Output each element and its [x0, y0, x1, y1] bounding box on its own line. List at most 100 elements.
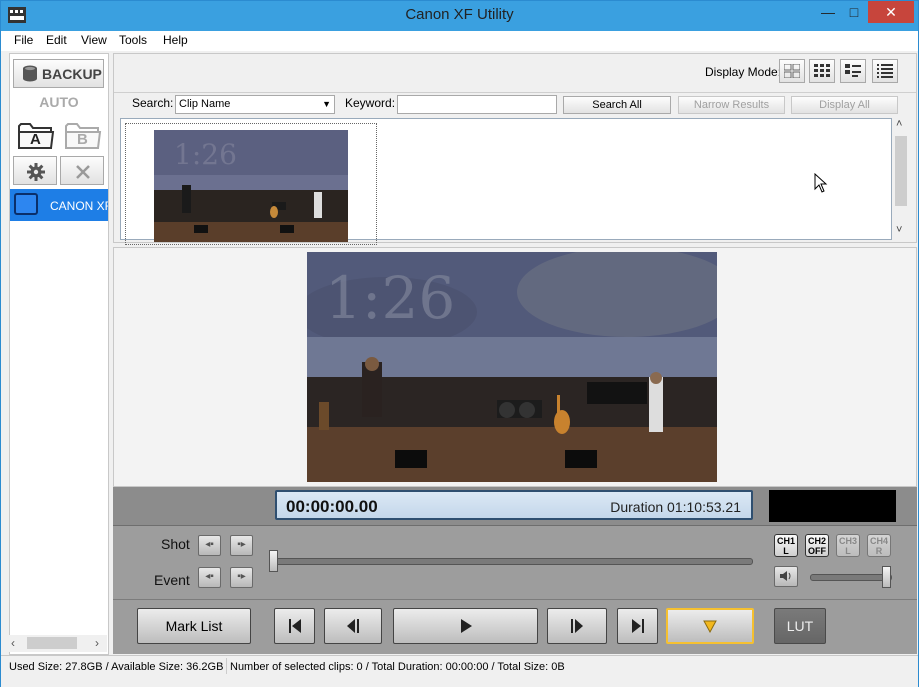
- scroll-up-icon[interactable]: ˄: [896, 118, 902, 130]
- close-icon: [76, 165, 90, 179]
- previous-frame-button[interactable]: [324, 608, 382, 644]
- transport-bar: Mark List LUT: [113, 599, 917, 654]
- close-button[interactable]: ✕: [868, 1, 914, 23]
- narrow-results-button[interactable]: Narrow Results: [678, 96, 785, 114]
- skip-to-start-icon: [288, 619, 301, 633]
- backup-button[interactable]: BACKUP: [13, 59, 104, 88]
- app-window: Canon XF Utility — □ ✕ File Edit View To…: [0, 0, 919, 687]
- ch3-sub: L: [845, 546, 851, 556]
- prev-shot-icon: ◂▪: [205, 539, 214, 550]
- add-mark-button[interactable]: [666, 608, 754, 644]
- search-field-select[interactable]: Clip Name ▼: [175, 95, 335, 114]
- timecode-strip: 00:00:00.00 Duration 01:10:53.21: [113, 487, 917, 526]
- device-item-canon-xf[interactable]: CANON XF: [10, 189, 108, 221]
- mark-triangle-icon: [703, 620, 717, 634]
- thumbnail-scrollbar[interactable]: ˄ ˅: [892, 118, 910, 240]
- previous-event-button[interactable]: ◂▪: [198, 567, 221, 588]
- event-label: Event: [154, 572, 190, 588]
- folder-a-letter: A: [30, 131, 41, 148]
- play-button[interactable]: [393, 608, 538, 644]
- display-mode-list-button[interactable]: [872, 59, 898, 83]
- list-icon: [877, 64, 893, 78]
- timeline-slider-handle[interactable]: [269, 550, 278, 572]
- ch4-label: CH4: [869, 536, 888, 546]
- scroll-thumb-vertical[interactable]: [895, 136, 907, 206]
- storage-status: Used Size: 27.8GB / Available Size: 36.2…: [9, 661, 224, 673]
- menu-tools[interactable]: Tools: [119, 33, 147, 47]
- scroll-down-icon[interactable]: ˅: [896, 224, 902, 236]
- clip-thumbnail-image: 1:26: [154, 130, 348, 242]
- go-to-start-button[interactable]: [274, 608, 315, 644]
- backup-label: BACKUP: [42, 66, 102, 82]
- folder-b-letter: B: [77, 131, 88, 148]
- database-icon: [23, 65, 37, 82]
- previous-shot-button[interactable]: ◂▪: [198, 535, 221, 556]
- display-mode-label: Display Mode:: [705, 65, 782, 79]
- go-to-end-button[interactable]: [617, 608, 658, 644]
- speaker-icon: [780, 571, 791, 581]
- next-frame-button[interactable]: [547, 608, 607, 644]
- menu-edit[interactable]: Edit: [46, 33, 67, 47]
- large-grid-icon: [784, 64, 800, 78]
- search-label: Search:: [132, 96, 174, 110]
- menu-bar: File Edit View Tools Help: [1, 31, 918, 51]
- thumbnail-area: 1:26: [120, 118, 892, 245]
- timeline-slider[interactable]: [271, 558, 753, 565]
- next-shot-button[interactable]: ▪▸: [230, 535, 253, 556]
- mouse-cursor-icon: [814, 173, 828, 193]
- clip-thumbnail[interactable]: 1:26: [125, 123, 377, 245]
- preview-overlay-text: 1:26: [325, 264, 455, 332]
- display-mode-small-button[interactable]: [809, 59, 835, 83]
- search-all-button[interactable]: Search All: [563, 96, 671, 114]
- duration-text: Duration 01:10:53.21: [610, 499, 741, 515]
- settings-button[interactable]: [13, 156, 57, 185]
- display-mode-detail-button[interactable]: [840, 59, 866, 83]
- small-grid-icon: [814, 64, 830, 77]
- scroll-left-icon[interactable]: ‹: [11, 636, 15, 650]
- left-panel: BACKUP AUTO A B CANON XF: [9, 53, 109, 655]
- menu-file[interactable]: File: [14, 33, 33, 47]
- menu-help[interactable]: Help: [163, 33, 188, 47]
- ch3-label: CH3: [838, 536, 857, 546]
- playback-controls: 00:00:00.00 Duration 01:10:53.21 Shot Ev…: [113, 487, 917, 654]
- scroll-right-icon[interactable]: ›: [95, 636, 99, 650]
- auto-label[interactable]: AUTO: [10, 94, 108, 110]
- keyword-input[interactable]: [397, 95, 557, 114]
- ch2-label: CH2: [807, 536, 826, 546]
- next-shot-icon: ▪▸: [237, 539, 246, 550]
- timecode-display: 00:00:00.00 Duration 01:10:53.21: [275, 490, 753, 520]
- window-title: Canon XF Utility: [405, 6, 514, 23]
- next-event-button[interactable]: ▪▸: [230, 567, 253, 588]
- menu-view[interactable]: View: [81, 33, 107, 47]
- display-mode-large-button[interactable]: [779, 59, 805, 83]
- mute-button[interactable]: [774, 566, 798, 587]
- video-preview-panel: 1:26: [113, 247, 917, 487]
- keyword-label: Keyword:: [345, 96, 396, 110]
- gear-icon: [27, 163, 45, 181]
- left-panel-scrollbar[interactable]: ‹ ›: [9, 635, 107, 652]
- next-event-icon: ▪▸: [237, 571, 246, 582]
- current-timecode: 00:00:00.00: [286, 497, 378, 516]
- ch4-sub: R: [875, 546, 883, 556]
- audio-meter-display: [769, 490, 896, 522]
- mark-list-button[interactable]: Mark List: [137, 608, 251, 644]
- display-all-button[interactable]: Display All: [791, 96, 898, 114]
- volume-slider[interactable]: [810, 574, 892, 581]
- channel-1-toggle[interactable]: CH1 L: [774, 534, 798, 557]
- delete-button[interactable]: [60, 156, 104, 185]
- status-bar: Used Size: 27.8GB / Available Size: 36.2…: [1, 655, 918, 687]
- volume-slider-handle[interactable]: [882, 566, 891, 588]
- scroll-thumb[interactable]: [27, 637, 77, 649]
- prev-event-icon: ◂▪: [205, 571, 214, 582]
- maximize-button[interactable]: □: [839, 1, 869, 23]
- status-divider: [226, 658, 227, 674]
- lut-button[interactable]: LUT: [774, 608, 826, 644]
- channel-3-toggle[interactable]: CH3 L: [836, 534, 860, 557]
- channel-4-toggle[interactable]: CH4 R: [867, 534, 891, 557]
- skip-to-end-icon: [631, 619, 644, 633]
- folder-b-button[interactable]: B: [64, 120, 102, 150]
- search-field-value: Clip Name: [179, 98, 231, 110]
- folder-a-button[interactable]: A: [17, 120, 55, 150]
- ch2-sub: OFF: [808, 546, 826, 556]
- channel-2-toggle[interactable]: CH2 OFF: [805, 534, 829, 557]
